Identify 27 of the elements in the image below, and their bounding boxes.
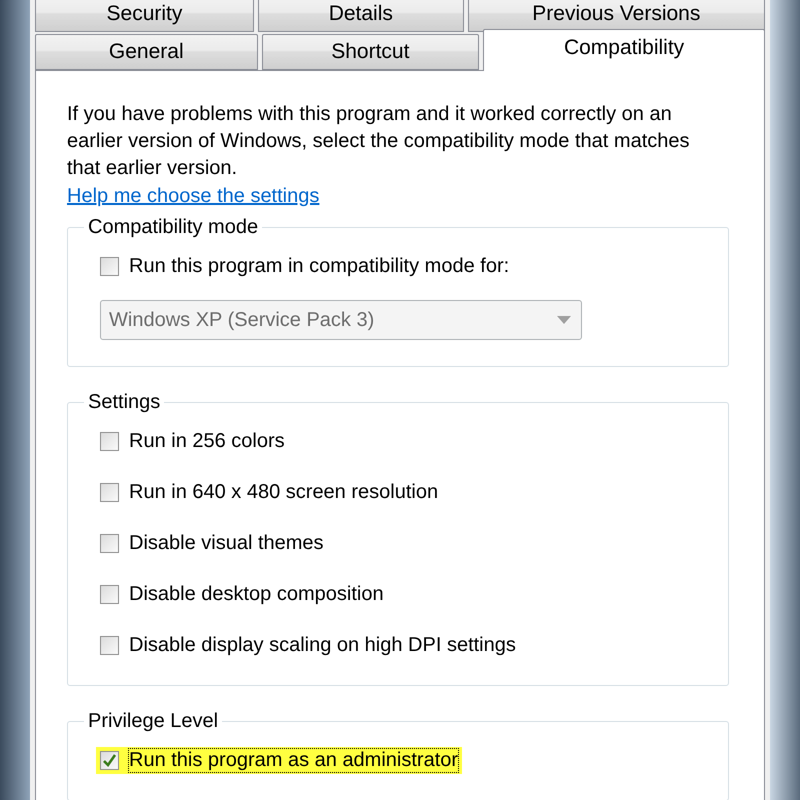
checkbox-label[interactable]: Disable display scaling on high DPI settings	[129, 634, 516, 657]
checkbox[interactable]	[100, 257, 119, 276]
checkbox[interactable]	[100, 751, 119, 770]
checkbox[interactable]	[100, 483, 119, 502]
tab[interactable]: Details	[258, 0, 464, 32]
tab[interactable]: Security	[35, 0, 254, 32]
checkbox[interactable]	[100, 585, 119, 604]
tab[interactable]: General	[35, 34, 258, 70]
group-title: Settings	[87, 391, 162, 414]
group-title: Privilege Level	[87, 710, 220, 733]
caret-icon	[557, 316, 571, 324]
intro-text: If you have problems with this program and it worked correctly on an earlier version of Windows, select the compatibility mode that matches that earlier version.	[67, 102, 690, 181]
checkbox[interactable]	[100, 636, 119, 655]
checkbox-label[interactable]: Disable desktop composition	[129, 583, 384, 606]
checkbox-label[interactable]: Run this program as an administrator	[129, 749, 458, 772]
help-link[interactable]: Help me choose the settings	[67, 185, 320, 208]
tab[interactable]: Previous Versions	[468, 0, 765, 32]
tab[interactable]: Shortcut	[262, 34, 480, 70]
checkbox[interactable]	[100, 432, 119, 451]
check-icon	[102, 753, 117, 768]
checkbox-label[interactable]: Run this program in compatibility mode for:	[129, 255, 510, 278]
tab[interactable]: Compatibility	[483, 29, 765, 71]
checkbox-label[interactable]: Run in 640 x 480 screen resolution	[129, 481, 438, 504]
checkbox-label[interactable]: Run in 256 colors	[129, 430, 285, 453]
checkbox-label[interactable]: Disable visual themes	[129, 532, 324, 555]
group-title: Compatibility mode	[87, 216, 260, 239]
checkbox[interactable]	[100, 534, 119, 553]
